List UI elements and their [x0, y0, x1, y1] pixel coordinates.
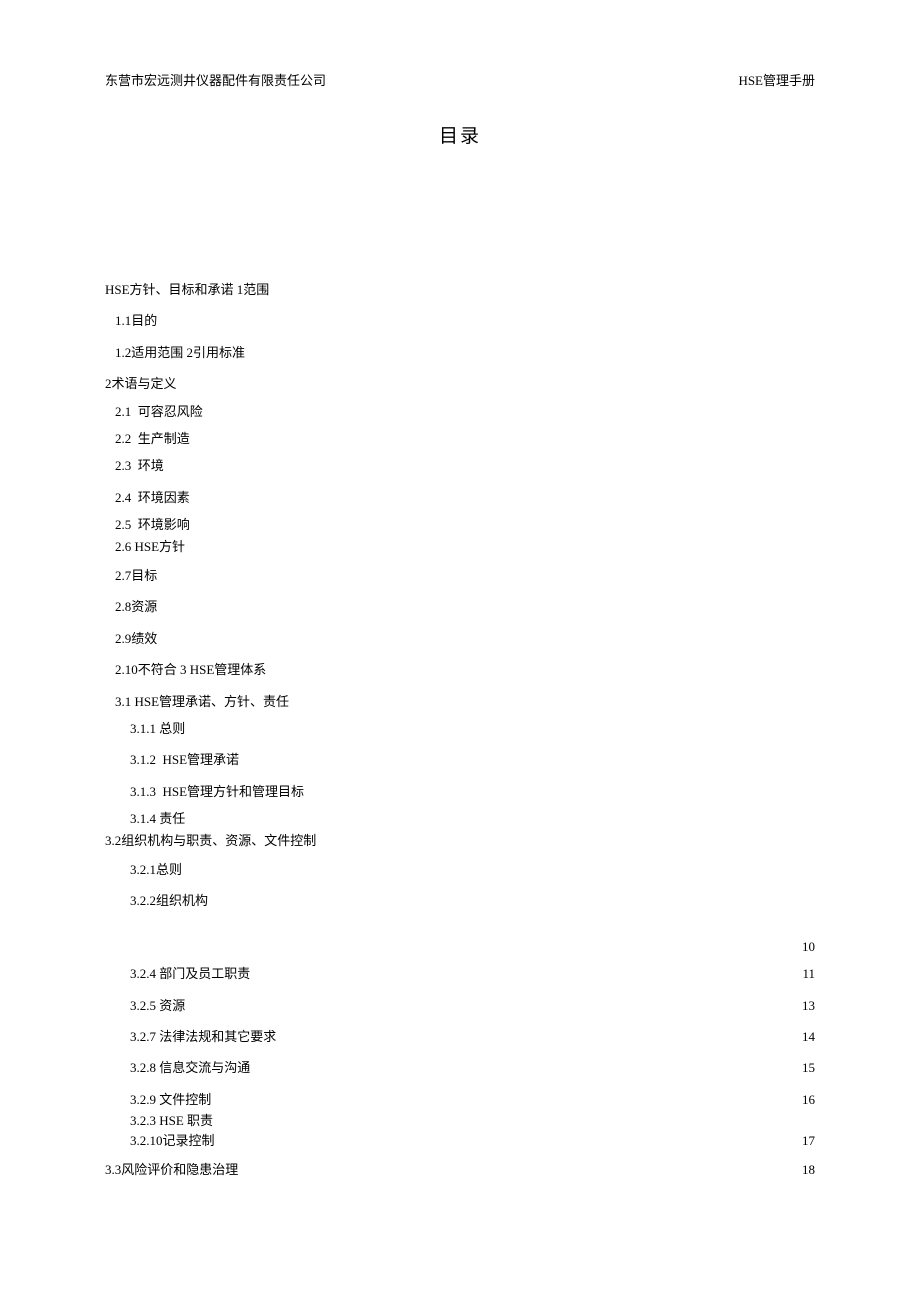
toc-label: 3.2.9 文件控制: [130, 1088, 211, 1111]
toc-label: 2.9绩效: [115, 627, 157, 650]
toc-entry: 2.7目标: [105, 564, 815, 587]
toc-label: 2.8资源: [115, 595, 157, 618]
toc-label: 3.2.3 HSE 职责: [130, 1111, 213, 1131]
toc-label: 2.1 可容忍风险: [115, 400, 203, 423]
toc-page-number: 18: [795, 1158, 815, 1181]
toc-label: HSE方针、目标和承诺 1范围: [105, 278, 269, 301]
page-title: 目录: [105, 121, 815, 148]
toc-entry: 2.6 HSE方针: [105, 537, 815, 557]
toc-label: 2术语与定义: [105, 372, 177, 395]
toc-label: 3.2.10记录控制: [130, 1131, 215, 1151]
toc-label: 3.2.8 信息交流与沟通: [130, 1056, 250, 1079]
toc-page-number: 16: [795, 1088, 815, 1111]
toc-entry: 2.3 环境: [105, 454, 815, 477]
toc-label: 3.1.1 总则: [130, 717, 185, 740]
toc-entry: 2.10不符合 3 HSE管理体系: [105, 658, 815, 681]
toc-label: 3.2.5 资源: [130, 994, 185, 1017]
toc-label: 2.7目标: [115, 564, 157, 587]
toc-label: 2.6 HSE方针: [115, 537, 185, 557]
toc-page-number: 17: [795, 1131, 815, 1151]
toc-entry: 10: [105, 935, 815, 958]
toc-label: 3.3风险评价和隐患治理: [105, 1158, 238, 1181]
toc-page-number: 15: [795, 1056, 815, 1079]
toc-label: 2.4 环境因素: [115, 486, 190, 509]
toc-entry: 2.5 环境影响: [105, 513, 815, 536]
toc-entry: 2.8资源: [105, 595, 815, 618]
table-of-contents: HSE方针、目标和承诺 1范围 1.1目的 1.2适用范围 2引用标准 2术语与…: [105, 278, 815, 1182]
toc-label: 1.1目的: [115, 309, 157, 332]
toc-label: 2.5 环境影响: [115, 513, 190, 536]
toc-entry: 2.9绩效: [105, 627, 815, 650]
toc-label: 3.2.1总则: [130, 858, 182, 881]
toc-label: 2.2 生产制造: [115, 427, 190, 450]
toc-page-number: 14: [795, 1025, 815, 1048]
toc-page-number: 13: [795, 994, 815, 1017]
toc-entry: 3.1.1 总则: [105, 717, 815, 740]
toc-label: 3.1.3 HSE管理方针和管理目标: [130, 780, 304, 803]
toc-entry: 3.2.7 法律法规和其它要求 14: [105, 1025, 815, 1048]
toc-entry: 3.2.4 部门及员工职责 11: [105, 962, 815, 985]
toc-entry: 1.1目的: [105, 309, 815, 332]
toc-entry: 1.2适用范围 2引用标准: [105, 341, 815, 364]
toc-entry: 3.2组织机构与职责、资源、文件控制: [105, 831, 815, 851]
toc-entry: 3.1.2 HSE管理承诺: [105, 748, 815, 771]
toc-entry: 3.2.8 信息交流与沟通 15: [105, 1056, 815, 1079]
toc-entry: 3.2.10记录控制 17: [105, 1131, 815, 1151]
manual-name: HSE管理手册: [738, 70, 815, 89]
toc-label: 3.2.7 法律法规和其它要求: [130, 1025, 276, 1048]
toc-entry: 3.2.1总则: [105, 858, 815, 881]
toc-entry: 3.2.2组织机构: [105, 889, 815, 912]
toc-entry: 2术语与定义: [105, 372, 815, 395]
toc-label: 1.2适用范围 2引用标准: [115, 341, 245, 364]
toc-entry: 3.1 HSE管理承诺、方针、责任: [105, 690, 815, 713]
toc-entry: 2.1 可容忍风险: [105, 400, 815, 423]
toc-label: 3.1.2 HSE管理承诺: [130, 748, 239, 771]
toc-page-number: 11: [795, 962, 815, 985]
toc-entry: 3.2.3 HSE 职责: [105, 1111, 815, 1131]
toc-entry: 3.2.5 资源 13: [105, 994, 815, 1017]
toc-label: 2.10不符合 3 HSE管理体系: [115, 658, 266, 681]
toc-label: 2.3 环境: [115, 454, 164, 477]
toc-entry: 3.3风险评价和隐患治理 18: [105, 1158, 815, 1181]
toc-label: 3.2.4 部门及员工职责: [130, 962, 250, 985]
toc-entry: 3.1.3 HSE管理方针和管理目标: [105, 780, 815, 803]
toc-label: 3.2组织机构与职责、资源、文件控制: [105, 831, 316, 851]
toc-entry: 2.4 环境因素: [105, 486, 815, 509]
toc-entry: 2.2 生产制造: [105, 427, 815, 450]
document-page: 东营市宏远测井仪器配件有限责任公司 HSE管理手册 目录 HSE方针、目标和承诺…: [0, 0, 920, 1182]
toc-entry: 3.2.9 文件控制 16: [105, 1088, 815, 1111]
toc-page-number: 10: [795, 935, 815, 958]
page-header: 东营市宏远测井仪器配件有限责任公司 HSE管理手册: [105, 70, 815, 89]
company-name: 东营市宏远测井仪器配件有限责任公司: [105, 70, 326, 89]
toc-label: 3.1.4 责任: [130, 807, 185, 830]
toc-label: 3.1 HSE管理承诺、方针、责任: [115, 690, 289, 713]
toc-entry: HSE方针、目标和承诺 1范围: [105, 278, 815, 301]
toc-label: 3.2.2组织机构: [130, 889, 208, 912]
toc-entry: 3.1.4 责任: [105, 807, 815, 830]
